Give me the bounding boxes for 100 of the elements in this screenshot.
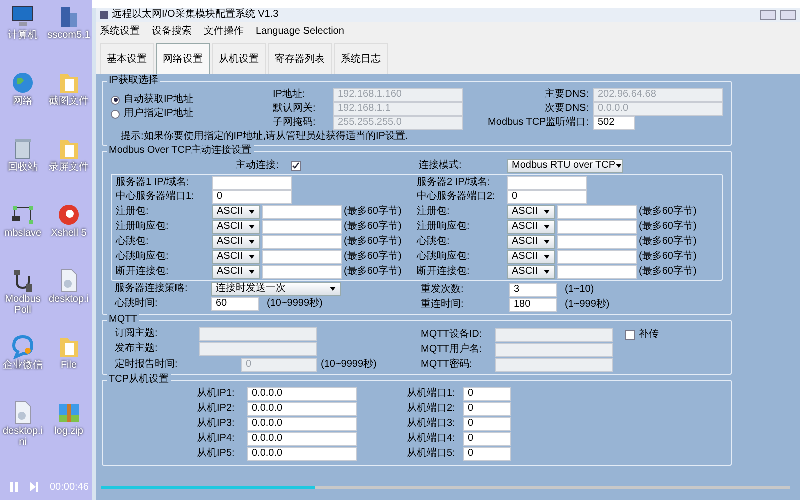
text-field[interactable]: 0: [463, 402, 511, 416]
tab[interactable]: 从机设置: [212, 43, 266, 74]
group-title: TCP从机设置: [107, 374, 171, 386]
text-field[interactable]: 0.0.0.0: [247, 447, 357, 461]
text-field[interactable]: 3: [509, 282, 557, 296]
menu-item[interactable]: Language Selection: [256, 24, 344, 38]
text-field[interactable]: 0.0.0.0: [247, 402, 357, 416]
field-label: MQTT密码:: [421, 358, 474, 372]
dropdown[interactable]: ASCII: [212, 264, 260, 278]
app-icon: [100, 11, 108, 19]
limit-note: (最多60字节): [639, 234, 697, 249]
text-field[interactable]: 0: [463, 432, 511, 446]
dropdown[interactable]: Modbus RTU over TCP: [507, 158, 623, 172]
field-label: 从机端口3:: [407, 417, 456, 431]
menu-item[interactable]: 系统设置: [100, 24, 140, 38]
text-field[interactable]: [557, 250, 637, 264]
field-label: 主要DNS:: [544, 88, 590, 102]
limit-note: (最多60字节): [344, 220, 402, 234]
text-field[interactable]: [262, 234, 342, 248]
caret-icon: [249, 210, 255, 214]
text-field[interactable]: [557, 220, 637, 234]
field-label: 从机IP3:: [197, 417, 236, 431]
field-label: 从机IP5:: [197, 447, 236, 461]
text-field[interactable]: [557, 204, 637, 218]
limit-note: (最多60字节): [639, 264, 697, 279]
field-label: 默认网关:: [273, 102, 317, 116]
limit-note: (最多60字节): [639, 204, 697, 219]
caret-icon: [249, 224, 255, 228]
text-field[interactable]: 0: [463, 417, 511, 431]
dropdown[interactable]: ASCII: [507, 234, 555, 248]
field-label: 从机IP2:: [197, 402, 236, 416]
progress-track[interactable]: [100, 486, 790, 488]
window-title: 远程以太网I/O采集模块配置系统 V1.3: [112, 9, 280, 21]
text-field[interactable]: 0: [463, 447, 511, 461]
caret-icon: [544, 254, 550, 258]
text-field[interactable]: [262, 220, 342, 234]
tab[interactable]: 网络设置: [156, 43, 210, 74]
radio-button[interactable]: [111, 96, 120, 104]
text-field[interactable]: 0: [212, 190, 292, 204]
menu-item[interactable]: 设备搜索: [152, 24, 192, 38]
caret-icon: [544, 224, 550, 228]
field-label: 注册响应包:: [417, 220, 471, 234]
caret-icon: [616, 164, 622, 168]
caret-icon: [249, 270, 255, 274]
group-title: MQTT: [107, 314, 140, 326]
field-label: 从机IP1:: [197, 387, 236, 401]
dropdown[interactable]: ASCII: [507, 220, 555, 234]
minimize-button[interactable]: [760, 10, 776, 20]
radio-button[interactable]: [111, 110, 120, 118]
tab[interactable]: 寄存器列表: [268, 43, 332, 74]
dropdown[interactable]: ASCII: [212, 234, 260, 248]
dropdown[interactable]: ASCII: [212, 250, 260, 264]
dropdown[interactable]: ASCII: [212, 204, 260, 218]
text-field[interactable]: 0.0.0.0: [247, 387, 357, 401]
dropdown[interactable]: ASCII: [507, 264, 555, 278]
text-field[interactable]: [262, 204, 342, 218]
pause-icon[interactable]: [10, 482, 18, 492]
field-label: 断开连接包:: [116, 264, 170, 278]
maximize-button[interactable]: [780, 10, 796, 20]
checkbox-label: 补传: [639, 328, 659, 342]
radio-label: 自动获取IP地址: [124, 94, 194, 106]
menu-item[interactable]: 文件操作: [204, 24, 244, 38]
field-label: 心跳响应包:: [417, 250, 471, 264]
text-field[interactable]: 0: [463, 387, 511, 401]
tab[interactable]: 基本设置: [100, 43, 154, 74]
text-field[interactable]: 180: [509, 298, 557, 312]
hint-text: 提示:如果你要使用指定的IP地址,请从管理员处获得适当的IP设置.: [120, 130, 410, 143]
next-icon[interactable]: [30, 482, 38, 492]
text-field[interactable]: [557, 234, 637, 248]
limit-note: (最多60字节): [639, 220, 697, 234]
text-field[interactable]: 0.0.0.0: [247, 432, 357, 446]
range-note: (10~9999秒): [321, 358, 377, 372]
limit-note: (最多60字节): [344, 234, 402, 249]
text-field[interactable]: 0: [507, 190, 587, 204]
globe-icon: [10, 70, 36, 96]
text-field[interactable]: 0.0.0.0: [247, 417, 357, 431]
dropdown[interactable]: 连接时发送一次: [211, 282, 341, 296]
tab[interactable]: 系统日志: [334, 43, 388, 74]
checkbox[interactable]: [291, 160, 301, 170]
text-field[interactable]: [262, 264, 342, 278]
spiral-icon: [56, 202, 82, 228]
dropdown[interactable]: ASCII: [507, 204, 555, 218]
field-label: 订阅主题:: [115, 327, 159, 341]
text-field[interactable]: 502: [593, 116, 635, 130]
field-label: 重连时间:: [421, 298, 465, 312]
text-field[interactable]: [212, 176, 292, 190]
dropdown[interactable]: ASCII: [507, 250, 555, 264]
text-field[interactable]: 60: [211, 296, 259, 310]
dropdown[interactable]: ASCII: [212, 220, 260, 234]
limit-note: (最多60字节): [344, 264, 402, 279]
field-label: 心跳包:: [116, 234, 150, 248]
field-label: 子网掩码:: [273, 116, 317, 130]
group-title: IP获取选择: [107, 75, 160, 87]
field-label: 连接模式:: [419, 158, 463, 172]
field-label: 注册包:: [116, 204, 150, 218]
checkbox[interactable]: [625, 330, 635, 340]
text-field[interactable]: [557, 264, 637, 278]
text-field[interactable]: [507, 176, 587, 190]
field-label: 从机IP4:: [197, 432, 236, 446]
text-field[interactable]: [262, 250, 342, 264]
